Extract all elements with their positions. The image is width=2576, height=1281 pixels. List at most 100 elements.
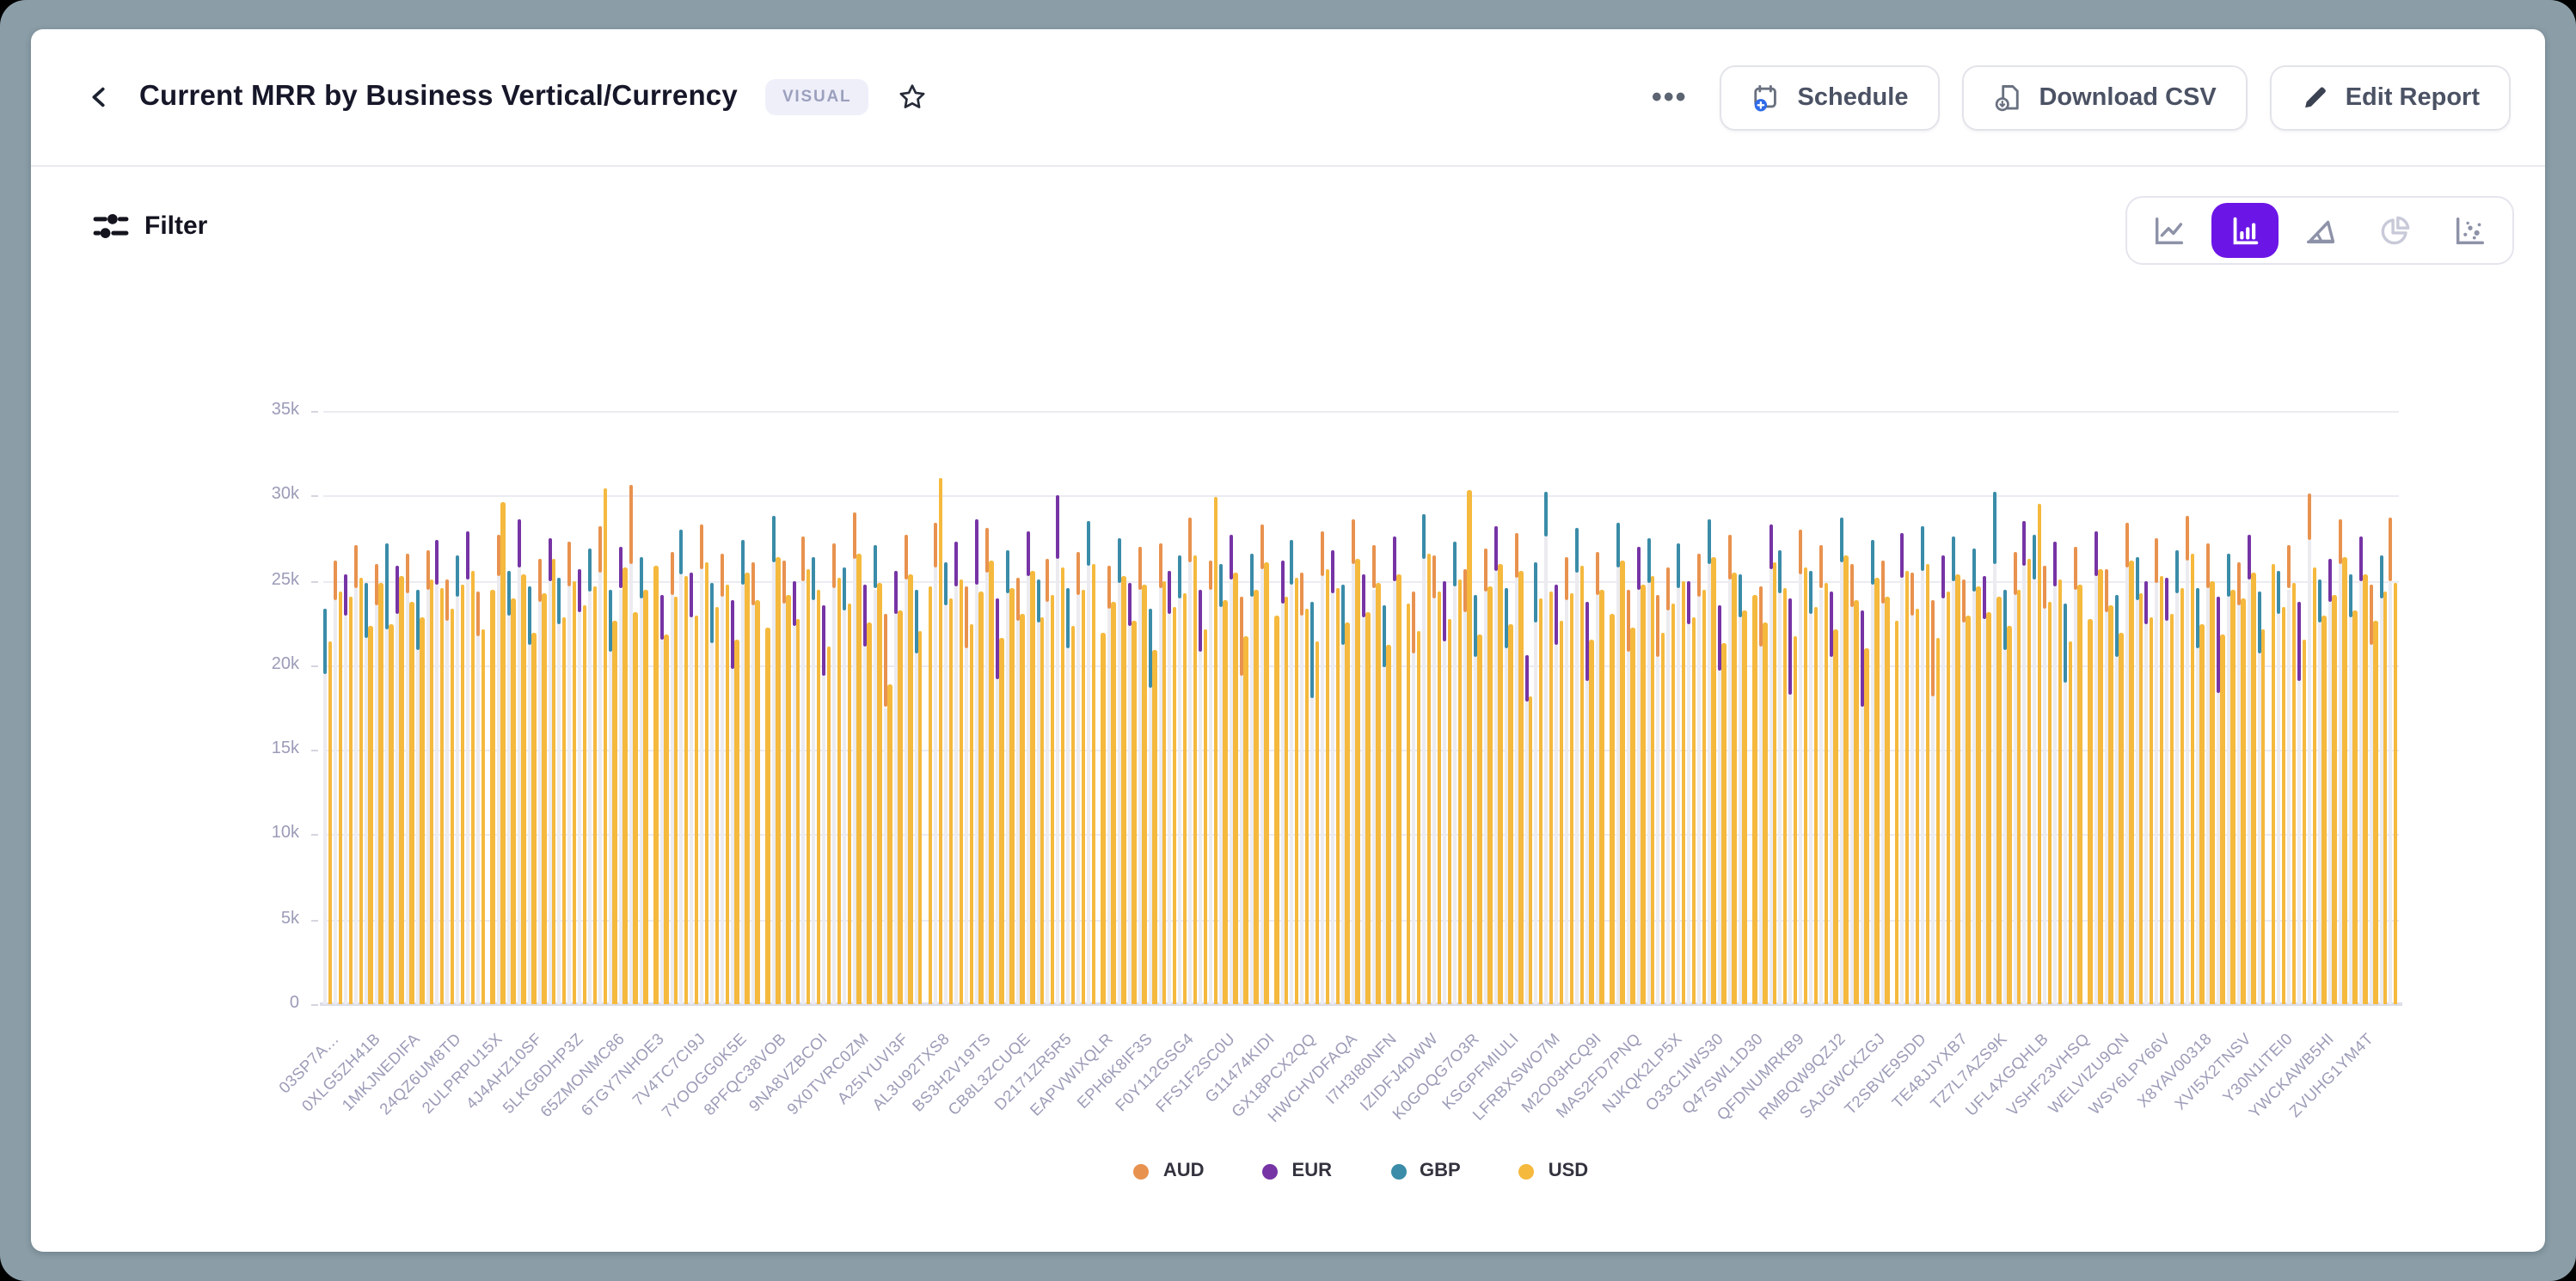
bar-usd [1468,491,1472,1004]
bar-accent-gbp [1616,523,1620,567]
bar-track [1789,694,1793,1004]
bar-track [975,584,978,1004]
bar-track [1728,579,1732,1004]
schedule-button[interactable]: Schedule [1720,64,1940,130]
legend-item-eur[interactable]: EUR [1263,1161,1332,1181]
bar-track [1230,579,1233,1004]
bar-track [1423,559,1426,1004]
bar-usd [1437,592,1441,1004]
bar-usd [817,591,821,1004]
bar-track [1046,603,1050,1004]
bar-track [1677,587,1681,1004]
bar-usd [1549,592,1554,1004]
bar-accent-gbp [640,557,643,599]
bar-accent-eur [2247,535,2250,579]
bar-accent-eur [731,601,734,669]
favorite-star-button[interactable] [892,77,932,117]
bar-track [1779,594,1782,1004]
bar-chart-icon [2227,212,2263,248]
bar-track [1555,645,1559,1004]
bar-track [527,645,531,1004]
bar-usd [1702,591,1706,1004]
bar-track [1870,584,1874,1004]
y-axis-tick [311,1004,318,1006]
bar-track [436,584,439,1004]
bar-accent-eur [792,580,795,626]
bar-usd [1040,618,1045,1004]
bar-usd [735,640,739,1004]
legend-item-gbp[interactable]: GBP [1390,1161,1461,1181]
bar-accent-aud [935,523,938,567]
bar-accent-aud [2125,523,2128,567]
bar-accent-gbp [1423,514,1426,558]
bar-accent-aud [1697,554,1701,598]
legend-label: USD [1549,1161,1588,1181]
bar-track [2135,601,2138,1004]
bar-usd [2017,589,2021,1004]
bar-track [771,561,775,1004]
bar-track [446,621,450,1004]
bar-usd [1081,589,1085,1004]
bar-track [2095,575,2098,1004]
bar-accent-eur [436,540,439,584]
back-button[interactable] [83,81,115,113]
bar-accent-aud [853,512,856,558]
bar-track [2247,579,2250,1004]
bar-track [1667,611,1671,1004]
download-csv-button[interactable]: Download CSV [1961,64,2247,130]
bar-track [1067,648,1070,1004]
bar-track [680,573,684,1004]
bar-accent-eur [1331,550,1334,594]
bar-track [2186,560,2189,1004]
bar-track [1209,591,1212,1004]
bar-accent-aud [1463,568,1467,612]
more-options-button[interactable]: ••• [1641,76,1698,119]
bar-chart-plot[interactable] [323,411,2399,1004]
bar-chart-toggle[interactable] [2211,203,2279,258]
bar-accent-aud [1484,549,1487,592]
bar-accent-aud [2156,538,2159,582]
bar-usd [1285,598,1289,1004]
bar-usd [1244,636,1248,1004]
bar-track [2349,618,2352,1004]
bar-usd [908,573,912,1004]
edit-report-button[interactable]: Edit Report [2270,64,2511,130]
legend-item-aud[interactable]: AUD [1134,1161,1205,1181]
bar-track [426,591,429,1004]
bar-track [1382,667,1385,1004]
bar-usd [348,598,353,1004]
bar-track [466,579,469,1004]
bar-usd [1905,570,1910,1004]
bar-track [1992,563,1996,1004]
bar-accent-aud [2013,552,2016,596]
bar-track [1107,610,1111,1004]
bar-accent-aud [334,560,338,600]
bar-usd [379,582,383,1004]
visual-badge: VISUAL [765,79,869,115]
bar-track [2358,580,2362,1004]
scatter-chart-toggle[interactable] [2437,203,2504,258]
bar-track [1962,622,1966,1004]
pie-chart-toggle[interactable] [2362,203,2429,258]
bar-accent-gbp [2379,555,2383,599]
bar-usd [2272,563,2276,1004]
bar-track [1708,563,1711,1004]
bar-track [701,568,704,1004]
bar-usd [1508,624,1512,1004]
bar-usd [521,573,525,1004]
legend-item-usd[interactable]: USD [1519,1161,1588,1181]
bar-track [1118,582,1121,1004]
bar-usd [756,601,760,1004]
bar-track [1850,608,1854,1004]
bar-accent-gbp [2175,550,2179,594]
bar-usd [1864,648,1868,1004]
bar-track [2013,596,2016,1004]
bar-usd [409,603,414,1004]
bar-usd [1142,584,1146,1004]
bar-usd [1935,638,1940,1004]
filter-button[interactable]: Filter [83,210,218,242]
bar-usd [1112,603,1116,1004]
area-chart-toggle[interactable] [2286,203,2353,258]
bar-accent-aud [476,592,480,636]
line-chart-toggle[interactable] [2136,203,2203,258]
